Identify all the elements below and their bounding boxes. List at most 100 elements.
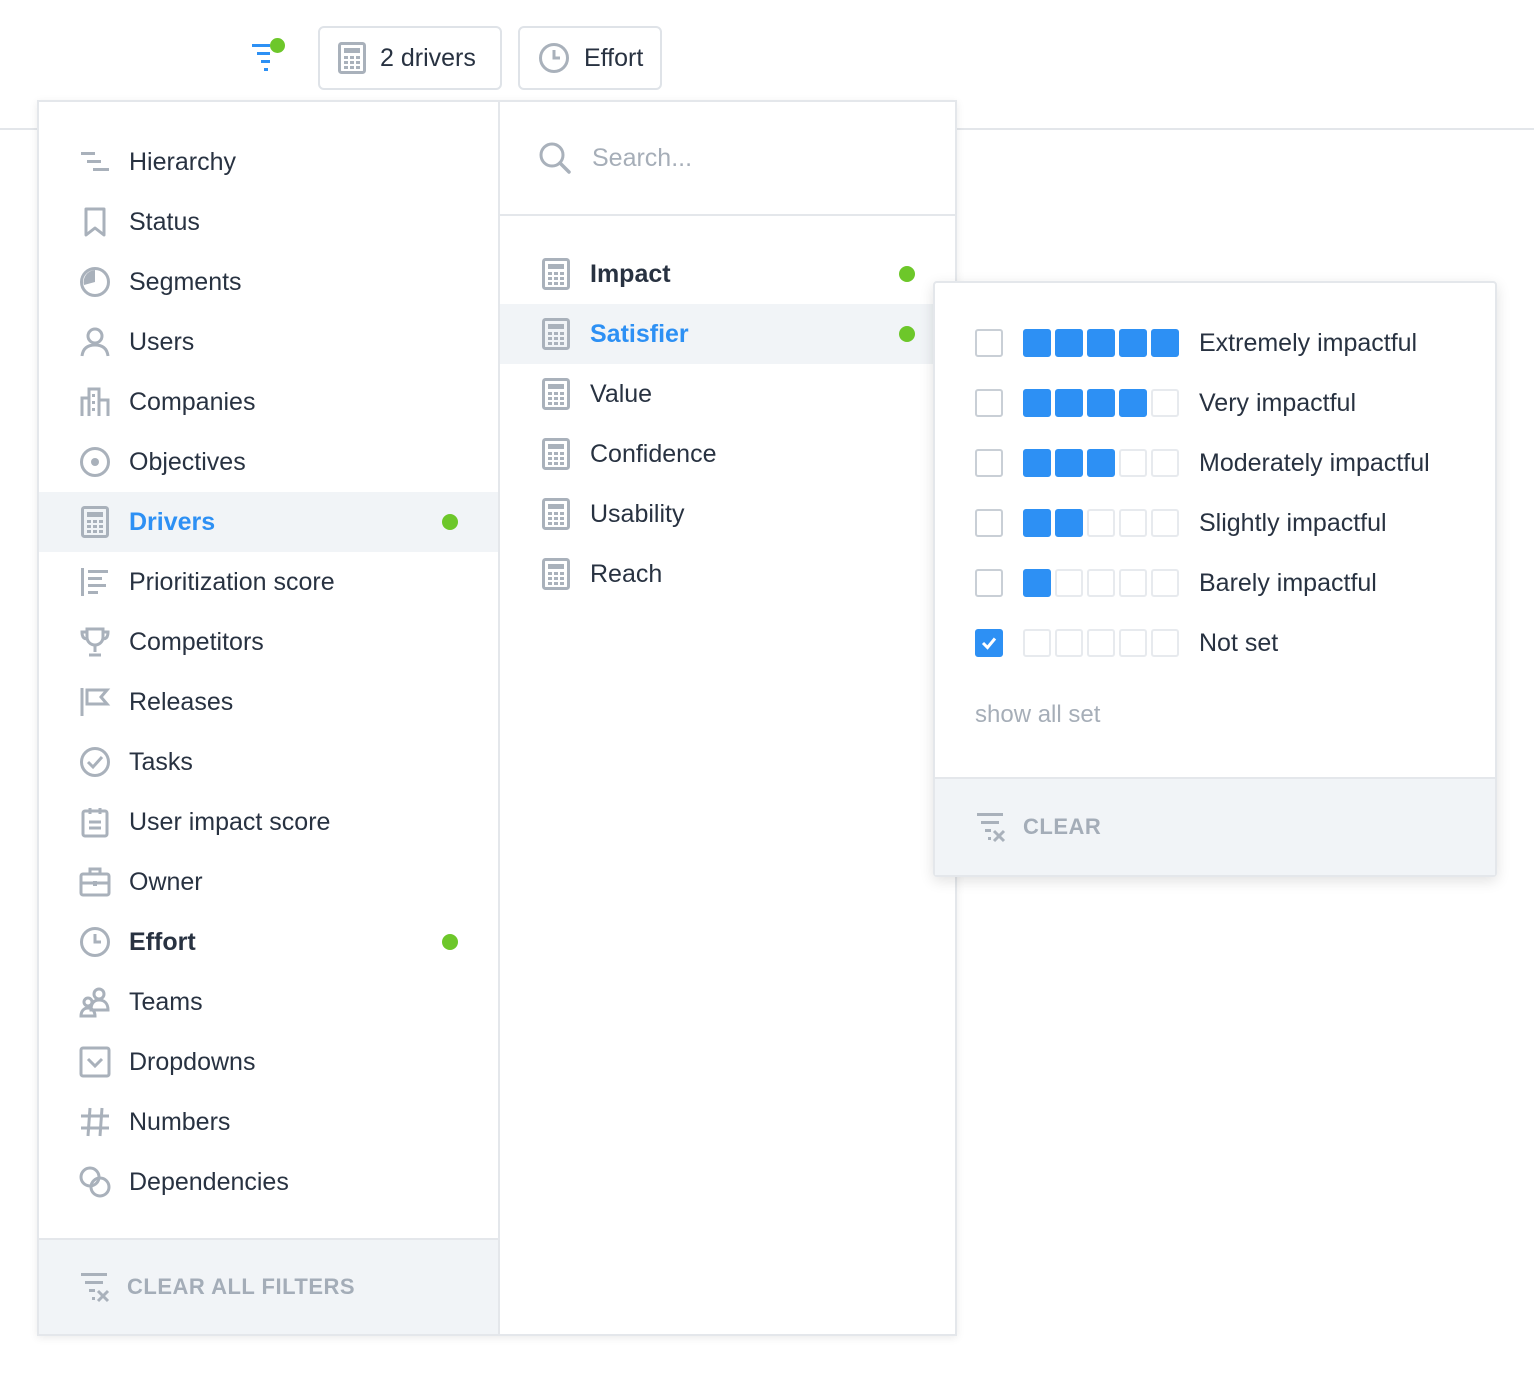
category-label: Objectives bbox=[129, 447, 246, 476]
target-icon bbox=[79, 446, 111, 478]
option-label: Extremely impactful bbox=[1199, 328, 1418, 357]
category-item-status[interactable]: Status bbox=[39, 192, 498, 252]
driver-label: Reach bbox=[590, 559, 663, 588]
option-checkbox[interactable] bbox=[975, 569, 1003, 597]
category-item-hierarchy[interactable]: Hierarchy bbox=[39, 132, 498, 192]
pie-icon bbox=[79, 266, 111, 298]
driver-item-satisfier[interactable]: Satisfier bbox=[500, 304, 955, 364]
driver-label: Impact bbox=[590, 259, 671, 288]
category-label: Effort bbox=[129, 927, 196, 956]
driver-label: Confidence bbox=[590, 439, 717, 468]
driver-item-usability[interactable]: Usability bbox=[500, 484, 955, 544]
teams-icon bbox=[79, 986, 111, 1018]
level-square bbox=[1151, 449, 1179, 477]
category-label: Prioritization score bbox=[129, 567, 335, 596]
filter-button[interactable] bbox=[246, 36, 288, 78]
impact-option[interactable]: Moderately impactful bbox=[935, 433, 1495, 493]
option-label: Very impactful bbox=[1199, 388, 1357, 417]
calculator-icon bbox=[79, 506, 111, 538]
category-item-dropdowns[interactable]: Dropdowns bbox=[39, 1032, 498, 1092]
driver-item-impact[interactable]: Impact bbox=[500, 244, 955, 304]
impact-level-meter bbox=[1023, 449, 1179, 477]
chip-drivers-label: 2 drivers bbox=[380, 43, 476, 72]
impact-level-meter bbox=[1023, 389, 1179, 417]
link-icon bbox=[79, 1166, 111, 1198]
category-item-tasks[interactable]: Tasks bbox=[39, 732, 498, 792]
category-item-numbers[interactable]: Numbers bbox=[39, 1092, 498, 1152]
category-item-segments[interactable]: Segments bbox=[39, 252, 498, 312]
search-icon bbox=[539, 142, 571, 174]
driver-item-reach[interactable]: Reach bbox=[500, 544, 955, 604]
option-label: Not set bbox=[1199, 628, 1279, 657]
driver-list: Impact Satisfier Value Confidence Usability R… bbox=[500, 216, 955, 604]
level-square bbox=[1151, 509, 1179, 537]
show-all-set-link[interactable]: show all set bbox=[975, 701, 1495, 729]
level-square bbox=[1055, 389, 1083, 417]
impact-option[interactable]: Very impactful bbox=[935, 373, 1495, 433]
level-square bbox=[1119, 449, 1147, 477]
level-square bbox=[1119, 629, 1147, 657]
level-square bbox=[1151, 329, 1179, 357]
category-item-users[interactable]: Users bbox=[39, 312, 498, 372]
option-checkbox[interactable] bbox=[975, 449, 1003, 477]
clear-driver-filter-button[interactable]: CLEAR bbox=[935, 777, 1495, 875]
level-square bbox=[1055, 509, 1083, 537]
option-label: Slightly impactful bbox=[1199, 508, 1387, 537]
level-square bbox=[1087, 389, 1115, 417]
category-label: Users bbox=[129, 327, 195, 356]
search-input[interactable] bbox=[592, 143, 912, 173]
category-item-dependencies[interactable]: Dependencies bbox=[39, 1152, 498, 1212]
level-square bbox=[1151, 389, 1179, 417]
driver-item-value[interactable]: Value bbox=[500, 364, 955, 424]
category-label: Releases bbox=[129, 687, 234, 716]
category-item-objectives[interactable]: Objectives bbox=[39, 432, 498, 492]
category-item-releases[interactable]: Releases bbox=[39, 672, 498, 732]
category-label: Segments bbox=[129, 267, 242, 296]
option-label: Moderately impactful bbox=[1199, 448, 1430, 477]
category-item-companies[interactable]: Companies bbox=[39, 372, 498, 432]
level-square bbox=[1087, 509, 1115, 537]
category-item-teams[interactable]: Teams bbox=[39, 972, 498, 1032]
category-label: Tasks bbox=[129, 747, 193, 776]
category-label: Owner bbox=[129, 867, 203, 896]
option-checkbox[interactable] bbox=[975, 629, 1003, 657]
filter-category-column: Hierarchy Status Segments Users Companies Obj… bbox=[39, 102, 500, 1334]
impact-option[interactable]: Not set bbox=[935, 613, 1495, 673]
clear-filter-icon bbox=[977, 813, 1006, 843]
category-item-prioritization-score[interactable]: Prioritization score bbox=[39, 552, 498, 612]
category-item-user-impact-score[interactable]: User impact score bbox=[39, 792, 498, 852]
level-square bbox=[1023, 449, 1051, 477]
option-label: Barely impactful bbox=[1199, 568, 1377, 597]
driver-item-confidence[interactable]: Confidence bbox=[500, 424, 955, 484]
level-square bbox=[1087, 329, 1115, 357]
clear-all-filters-button[interactable]: CLEAR ALL FILTERS bbox=[39, 1238, 498, 1334]
category-label: Dropdowns bbox=[129, 1047, 256, 1076]
impact-option[interactable]: Slightly impactful bbox=[935, 493, 1495, 553]
clear-driver-filter-label: CLEAR bbox=[1023, 814, 1102, 839]
option-checkbox[interactable] bbox=[975, 509, 1003, 537]
hierarchy-icon bbox=[79, 146, 111, 178]
category-label: Dependencies bbox=[129, 1167, 289, 1196]
level-square bbox=[1055, 449, 1083, 477]
category-item-competitors[interactable]: Competitors bbox=[39, 612, 498, 672]
chip-effort[interactable]: Effort bbox=[518, 26, 662, 90]
impact-option[interactable]: Extremely impactful bbox=[935, 313, 1495, 373]
impact-options-popover: Extremely impactful Very impactful Moderat… bbox=[933, 281, 1497, 877]
level-square bbox=[1023, 389, 1051, 417]
level-square bbox=[1151, 569, 1179, 597]
category-item-owner[interactable]: Owner bbox=[39, 852, 498, 912]
chip-drivers[interactable]: 2 drivers bbox=[318, 26, 502, 90]
category-item-effort[interactable]: Effort bbox=[39, 912, 498, 972]
option-checkbox[interactable] bbox=[975, 389, 1003, 417]
drivers-column: Impact Satisfier Value Confidence Usability R… bbox=[500, 102, 955, 1334]
score-list-icon bbox=[79, 566, 111, 598]
impact-option[interactable]: Barely impactful bbox=[935, 553, 1495, 613]
chip-effort-label: Effort bbox=[584, 43, 644, 72]
clear-filter-icon bbox=[81, 1273, 110, 1303]
level-square bbox=[1087, 569, 1115, 597]
category-item-drivers[interactable]: Drivers bbox=[39, 492, 498, 552]
option-checkbox[interactable] bbox=[975, 329, 1003, 357]
impact-option-list: Extremely impactful Very impactful Moderat… bbox=[935, 283, 1495, 673]
level-square bbox=[1023, 569, 1051, 597]
level-square bbox=[1119, 329, 1147, 357]
